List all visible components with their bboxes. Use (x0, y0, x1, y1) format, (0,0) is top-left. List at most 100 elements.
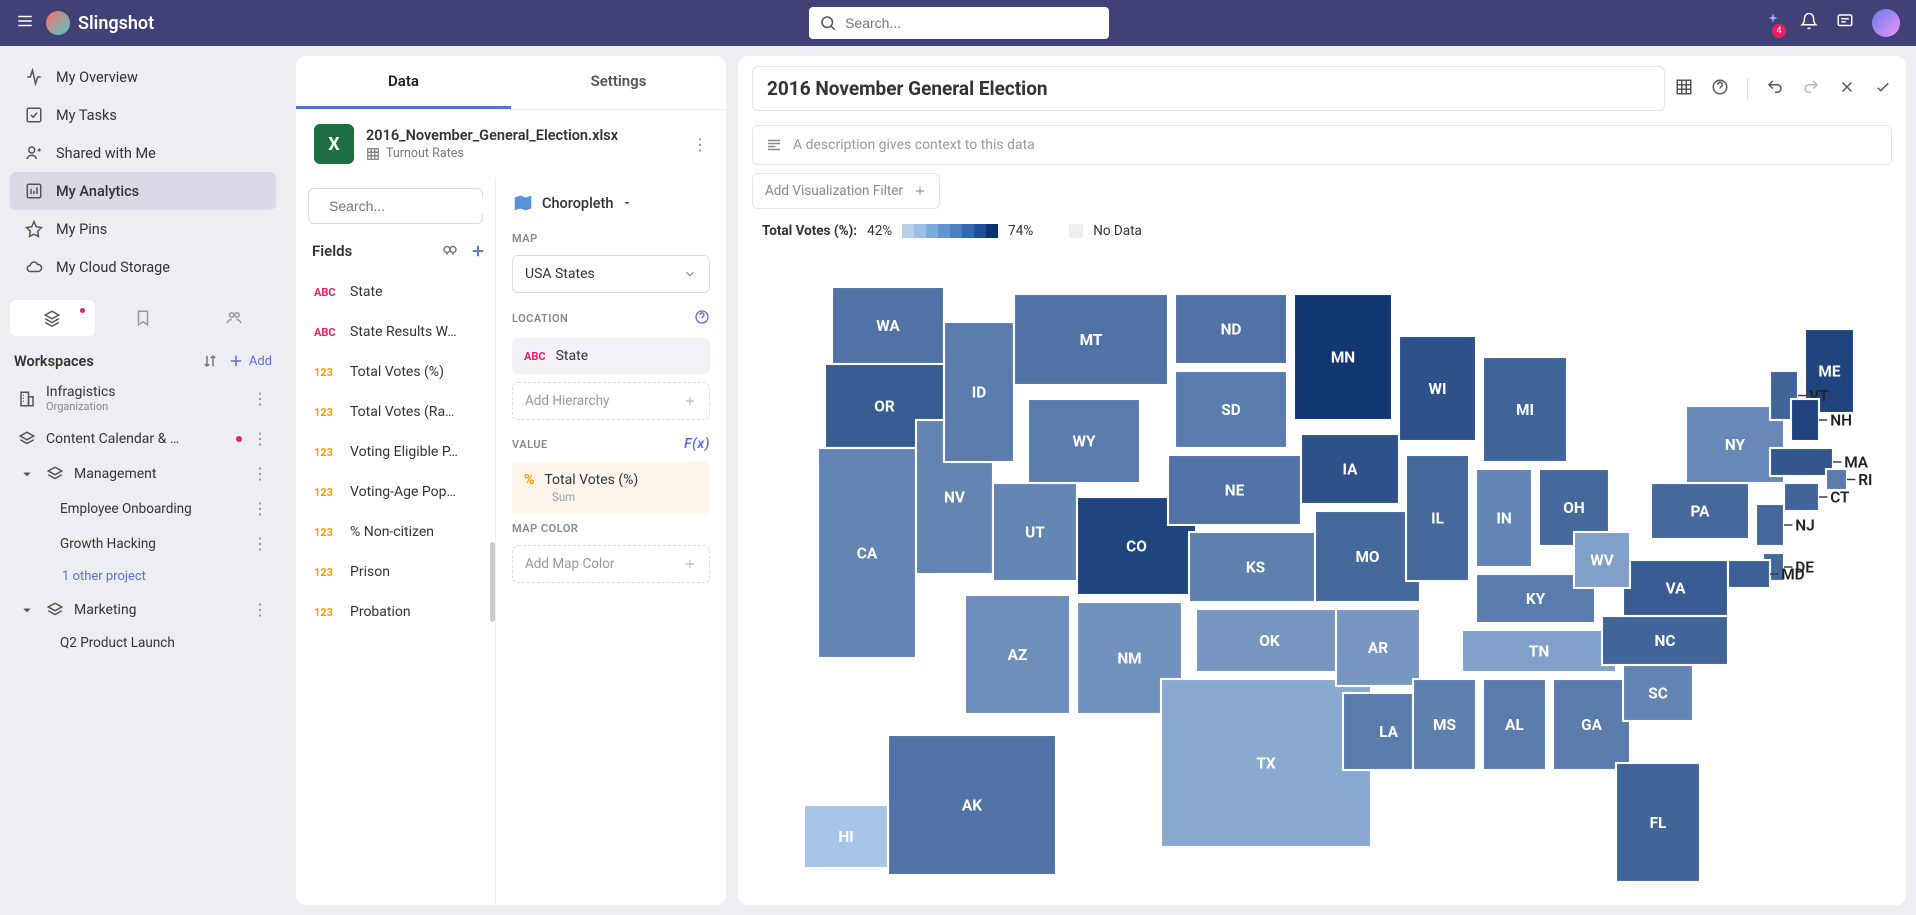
state-MI[interactable] (1483, 357, 1567, 462)
state-MN[interactable] (1294, 294, 1392, 420)
state-NH[interactable] (1791, 399, 1819, 441)
state-FL[interactable] (1616, 763, 1700, 882)
state-PA[interactable] (1651, 483, 1749, 539)
state-OK[interactable] (1196, 609, 1343, 672)
field-item[interactable]: 123Total Votes (Ra… (308, 392, 491, 432)
state-AZ[interactable] (965, 595, 1070, 714)
state-VA[interactable] (1623, 560, 1728, 616)
more-icon[interactable]: ⋮ (252, 429, 268, 448)
state-CA[interactable] (818, 448, 916, 658)
fx-button[interactable]: F(x) (684, 436, 710, 452)
redo-icon[interactable] (1802, 78, 1820, 100)
more-icon[interactable]: ⋮ (252, 499, 268, 518)
state-AL[interactable] (1483, 679, 1546, 770)
chart-type-selector[interactable]: Choropleth (512, 192, 710, 214)
state-WV[interactable] (1574, 532, 1630, 588)
state-NJ[interactable] (1756, 504, 1784, 546)
bell-icon[interactable] (1800, 12, 1818, 34)
sparkle-icon[interactable]: 4 (1764, 12, 1782, 34)
plus-icon[interactable] (469, 242, 487, 260)
add-workspace[interactable]: Add (227, 352, 272, 370)
state-HI[interactable] (804, 805, 888, 868)
state-WY[interactable] (1028, 399, 1140, 483)
state-IA[interactable] (1301, 434, 1399, 504)
nav-pins[interactable]: My Pins (10, 210, 276, 248)
ws-child-q2[interactable]: Q2 Product Launch (10, 627, 276, 659)
state-ID[interactable] (944, 322, 1014, 462)
field-item[interactable]: 123Probation (308, 592, 491, 632)
tab-bookmark[interactable] (101, 300, 186, 336)
state-ND[interactable] (1175, 294, 1287, 364)
fields-search[interactable] (308, 188, 483, 224)
brand[interactable]: Slingshot (46, 11, 154, 35)
state-UT[interactable] (993, 483, 1077, 581)
field-item[interactable]: ABCState (308, 272, 491, 312)
state-AR[interactable] (1336, 609, 1420, 686)
field-item[interactable]: 123Voting-Age Pop… (308, 472, 491, 512)
state-MA[interactable] (1770, 448, 1833, 476)
state-WA[interactable] (832, 287, 944, 364)
state-IN[interactable] (1476, 469, 1532, 567)
more-icon[interactable]: ⋮ (252, 600, 268, 619)
ws-management[interactable]: Management ⋮ (10, 456, 276, 491)
field-item[interactable]: 123% Non-citizen (308, 512, 491, 552)
chevron-down-icon[interactable] (18, 465, 36, 483)
state-MD[interactable] (1728, 560, 1770, 588)
scrollbar[interactable] (490, 542, 495, 622)
state-RI[interactable] (1826, 469, 1847, 490)
tab-layers[interactable] (10, 300, 95, 336)
state-TX[interactable] (1161, 679, 1371, 847)
field-item[interactable]: 123Voting Eligible P… (308, 432, 491, 472)
state-NE[interactable] (1168, 455, 1301, 525)
field-item[interactable]: 123Prison (308, 552, 491, 592)
state-CT[interactable] (1784, 483, 1819, 511)
state-NC[interactable] (1602, 616, 1728, 665)
tab-settings[interactable]: Settings (511, 56, 726, 109)
field-item[interactable]: ABCState Results W… (308, 312, 491, 352)
undo-icon[interactable] (1766, 78, 1784, 100)
ws-marketing[interactable]: Marketing ⋮ (10, 592, 276, 627)
state-MO[interactable] (1315, 511, 1420, 602)
ws-child-growth[interactable]: Growth Hacking⋮ (10, 526, 276, 561)
chat-icon[interactable] (1836, 12, 1854, 34)
location-pill[interactable]: ABCState (512, 338, 710, 374)
global-search[interactable] (809, 7, 1109, 39)
ws-child-onboarding[interactable]: Employee Onboarding⋮ (10, 491, 276, 526)
more-icon[interactable]: ⋮ (252, 534, 268, 553)
field-item[interactable]: 123Total Votes (%) (308, 352, 491, 392)
help-icon[interactable] (1711, 78, 1729, 100)
more-icon[interactable]: ⋮ (252, 464, 268, 483)
state-WI[interactable] (1399, 336, 1476, 441)
file-more-icon[interactable]: ⋮ (692, 135, 708, 154)
close-icon[interactable] (1838, 78, 1856, 100)
state-AK[interactable] (888, 735, 1056, 875)
sort-icon[interactable] (201, 352, 219, 370)
viz-description[interactable]: A description gives context to this data (752, 125, 1892, 165)
state-TN[interactable] (1462, 630, 1616, 672)
nav-tasks[interactable]: My Tasks (10, 96, 276, 134)
value-pill[interactable]: %Total Votes (%) Sum (512, 462, 710, 514)
nav-overview[interactable]: My Overview (10, 58, 276, 96)
nav-shared[interactable]: Shared with Me (10, 134, 276, 172)
nav-analytics[interactable]: My Analytics (10, 172, 276, 210)
state-MT[interactable] (1014, 294, 1168, 385)
chevron-down-icon[interactable] (18, 601, 36, 619)
more-icon[interactable]: ⋮ (252, 389, 268, 408)
map-dropdown[interactable]: USA States (512, 255, 710, 293)
tab-data[interactable]: Data (296, 56, 511, 109)
check-icon[interactable] (1874, 78, 1892, 100)
state-IL[interactable] (1406, 455, 1469, 581)
ws-org[interactable]: Infragistics Organization ⋮ (10, 376, 276, 421)
avatar[interactable] (1872, 9, 1900, 37)
add-filter-button[interactable]: Add Visualization Filter (752, 173, 940, 209)
brain-icon[interactable] (441, 242, 459, 260)
fields-search-input[interactable] (329, 198, 496, 214)
state-SD[interactable] (1175, 371, 1287, 448)
state-KS[interactable] (1189, 532, 1322, 602)
viz-title[interactable]: 2016 November General Election (752, 66, 1665, 111)
help-icon[interactable] (694, 309, 710, 328)
ws-calendar[interactable]: Content Calendar & … ⋮ (10, 421, 276, 456)
search-input[interactable] (845, 15, 1099, 31)
state-SC[interactable] (1623, 665, 1693, 721)
ws-other-link[interactable]: 1 other project (10, 561, 276, 592)
